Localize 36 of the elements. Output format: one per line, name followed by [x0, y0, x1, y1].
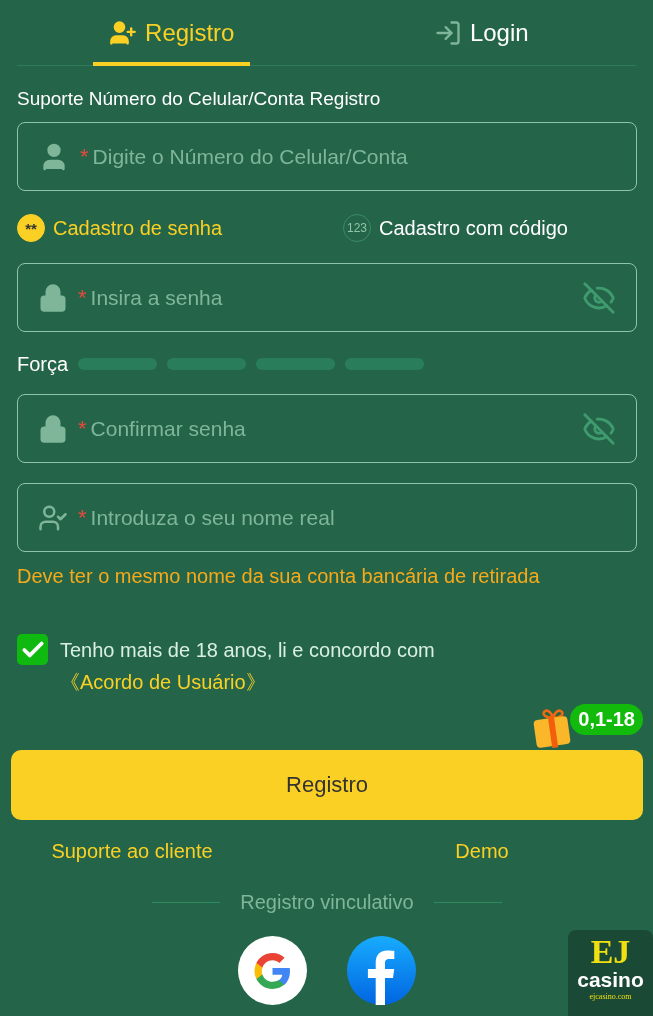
mode-label: Cadastro de senha [53, 216, 222, 240]
required-mark: * [78, 284, 87, 311]
text-input[interactable]: Digite o Número do Celular/Conta [90, 143, 616, 170]
mode-badge: ** [17, 214, 45, 242]
agreement-link[interactable]: 《Acordo de Usuário》 [60, 671, 266, 693]
field-label: Suporte Número do Celular/Conta Registro [17, 88, 382, 110]
footer-link[interactable]: Demo [327, 840, 637, 863]
eye-off-icon[interactable] [582, 411, 616, 446]
text-input[interactable]: Introduza o seu nome real [88, 504, 616, 531]
text-input[interactable]: Insira a senha [88, 284, 572, 311]
logo-domain: ejcasino.com [589, 992, 632, 1001]
tab[interactable]: Login [417, 0, 545, 66]
name-hint: Deve ter o mesmo nome da sua conta bancária de retirada [17, 565, 541, 588]
text-input[interactable]: Confirmar senha [88, 415, 572, 442]
user-plus-icon [109, 19, 138, 47]
required-mark: * [78, 415, 87, 442]
required-mark: * [78, 504, 87, 531]
facebook-icon [347, 936, 416, 1005]
eye-off-icon[interactable] [582, 280, 616, 315]
google-icon [238, 936, 307, 1005]
logo-mark: EJ [590, 934, 631, 970]
strength-label: Força [17, 352, 69, 376]
reward-badge: 0,1-18 [570, 704, 643, 735]
tab[interactable]: Registro [93, 0, 251, 66]
register-button[interactable]: Registro [11, 750, 643, 820]
footer-link[interactable]: Suporte ao cliente [0, 840, 287, 863]
agreement-text: Tenho mais de 18 anos, li e concordo com 《Acordo de Usuário》 [60, 638, 436, 695]
login-icon [433, 19, 462, 47]
section-title: Registro vinculativo [240, 891, 414, 914]
app-logo[interactable]: EJ casino ejcasino.com [568, 930, 653, 1016]
mode-label: Cadastro com código [379, 216, 568, 240]
required-mark: * [80, 143, 89, 170]
agree-checkbox[interactable] [17, 634, 48, 665]
logo-name: casino [577, 970, 644, 990]
mode-option[interactable]: ** Cadastro de senha [17, 213, 311, 243]
mode-option[interactable]: 123 Cadastro com código [311, 213, 637, 243]
